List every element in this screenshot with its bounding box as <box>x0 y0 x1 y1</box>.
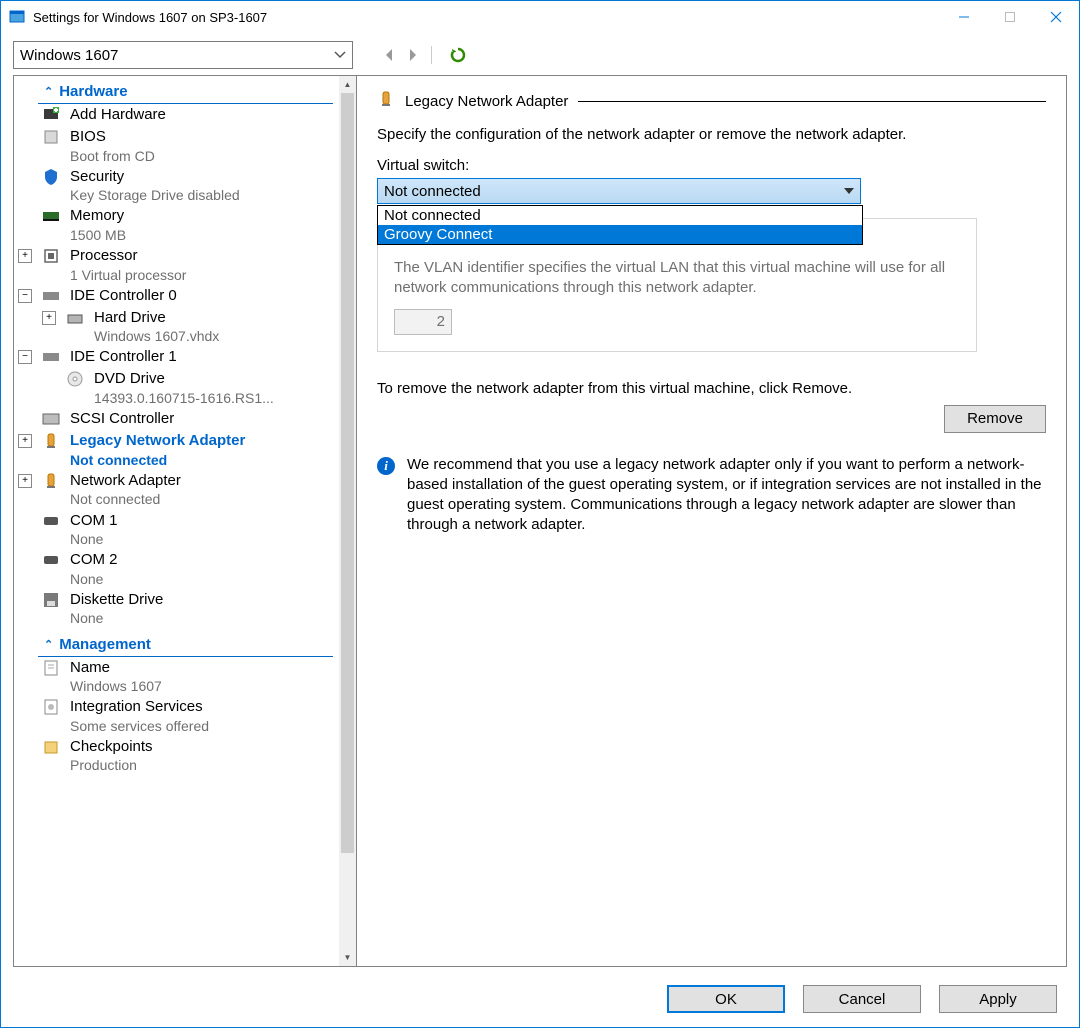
nav-back-button[interactable] <box>379 45 399 65</box>
tree-add-hardware[interactable]: Add Hardware <box>14 104 339 126</box>
ok-button[interactable]: OK <box>667 985 785 1013</box>
expand-icon[interactable]: + <box>18 474 32 488</box>
controller-icon <box>42 348 60 366</box>
minimize-button[interactable] <box>941 1 987 33</box>
scsi-icon <box>42 410 60 428</box>
maximize-button[interactable] <box>987 1 1033 33</box>
tree-bios[interactable]: BIOSBoot from CD <box>14 126 339 166</box>
remove-instruction: To remove the network adapter from this … <box>377 380 1046 397</box>
management-header-label: Management <box>59 636 151 653</box>
harddrive-icon <box>66 309 84 327</box>
expand-icon[interactable]: + <box>18 434 32 448</box>
expand-icon[interactable]: + <box>18 249 32 263</box>
tree-checkpoints[interactable]: CheckpointsProduction <box>14 736 339 776</box>
hardware-header-label: Hardware <box>59 83 127 100</box>
tree-ide0[interactable]: − IDE Controller 0 <box>14 285 339 307</box>
vlan-description: The VLAN identifier specifies the virtua… <box>394 258 960 299</box>
scrollbar[interactable]: ▲ ▼ <box>339 76 356 966</box>
services-icon <box>42 698 60 716</box>
controller-icon <box>42 287 60 305</box>
panel-description: Specify the configuration of the network… <box>377 126 1046 143</box>
network-adapter-icon <box>42 432 60 450</box>
info-icon: i <box>377 457 395 475</box>
tree-com2[interactable]: COM 2None <box>14 549 339 589</box>
window-title: Settings for Windows 1607 on SP3-1607 <box>33 10 941 25</box>
hardware-section-header[interactable]: ⌃ Hardware <box>38 80 333 104</box>
scroll-thumb[interactable] <box>341 93 354 853</box>
name-icon <box>42 659 60 677</box>
dropdown-option-not-connected[interactable]: Not connected <box>378 206 862 225</box>
serial-port-icon <box>42 551 60 569</box>
chevron-down-icon <box>844 188 854 194</box>
floppy-icon <box>42 591 60 609</box>
expand-icon[interactable]: + <box>42 311 56 325</box>
separator <box>431 46 432 64</box>
collapse-icon: ⌃ <box>44 85 53 98</box>
tree-processor[interactable]: + Processor1 Virtual processor <box>14 245 339 285</box>
tree-diskette[interactable]: Diskette DriveNone <box>14 589 339 629</box>
vlan-id-input[interactable]: 2 <box>394 309 452 335</box>
vm-selector[interactable]: Windows 1607 <box>13 41 353 69</box>
app-icon <box>9 9 25 25</box>
close-button[interactable] <box>1033 1 1079 33</box>
tree-hard-drive[interactable]: + Hard DriveWindows 1607.vhdx <box>14 307 339 347</box>
network-adapter-icon <box>42 472 60 490</box>
titlebar: Settings for Windows 1607 on SP3-1607 <box>1 1 1079 33</box>
collapse-icon[interactable]: − <box>18 350 32 364</box>
virtual-switch-dropdown: Not connected Groovy Connect <box>377 205 863 245</box>
tree-security[interactable]: SecurityKey Storage Drive disabled <box>14 166 339 206</box>
virtual-switch-combo[interactable]: Not connected Not connected Groovy Conne… <box>377 178 861 204</box>
tree-name[interactable]: NameWindows 1607 <box>14 657 339 697</box>
network-adapter-icon <box>377 90 395 112</box>
panel-title: Legacy Network Adapter <box>405 93 568 110</box>
memory-icon <box>42 207 60 225</box>
hardware-icon <box>42 106 60 124</box>
virtual-switch-label: Virtual switch: <box>377 157 1046 174</box>
disc-icon <box>66 370 84 388</box>
settings-tree: ⌃ Hardware Add Hardware BIOSBoot from CD… <box>13 75 357 967</box>
tree-memory[interactable]: Memory1500 MB <box>14 205 339 245</box>
settings-panel: Legacy Network Adapter Specify the confi… <box>357 75 1067 967</box>
collapse-icon: ⌃ <box>44 638 53 651</box>
chip-icon <box>42 128 60 146</box>
tree-scsi[interactable]: SCSI Controller <box>14 408 339 430</box>
apply-button[interactable]: Apply <box>939 985 1057 1013</box>
tree-legacy-network-adapter[interactable]: + Legacy Network AdapterNot connected <box>14 430 339 470</box>
dialog-footer: OK Cancel Apply <box>1 971 1079 1027</box>
tree-com1[interactable]: COM 1None <box>14 510 339 550</box>
scroll-up-icon[interactable]: ▲ <box>339 76 356 93</box>
tree-dvd-drive[interactable]: DVD Drive14393.0.160715-1616.RS1... <box>14 368 339 408</box>
toolbar: Windows 1607 <box>1 33 1079 75</box>
chevron-down-icon <box>334 49 346 61</box>
tree-ide1[interactable]: − IDE Controller 1 <box>14 346 339 368</box>
cancel-button[interactable]: Cancel <box>803 985 921 1013</box>
remove-button[interactable]: Remove <box>944 405 1046 433</box>
refresh-button[interactable] <box>448 45 468 65</box>
vm-selector-value: Windows 1607 <box>20 47 118 64</box>
tree-network-adapter[interactable]: + Network AdapterNot connected <box>14 470 339 510</box>
management-section-header[interactable]: ⌃ Management <box>38 633 333 657</box>
divider <box>578 101 1046 102</box>
collapse-icon[interactable]: − <box>18 289 32 303</box>
serial-port-icon <box>42 512 60 530</box>
dropdown-option-groovy-connect[interactable]: Groovy Connect <box>378 225 862 244</box>
tree-integration-services[interactable]: Integration ServicesSome services offere… <box>14 696 339 736</box>
info-text: We recommend that you use a legacy netwo… <box>407 455 1046 536</box>
scroll-down-icon[interactable]: ▼ <box>339 949 356 966</box>
shield-icon <box>42 168 60 186</box>
virtual-switch-value: Not connected <box>384 183 481 200</box>
nav-forward-button[interactable] <box>403 45 423 65</box>
checkpoint-icon <box>42 738 60 756</box>
cpu-icon <box>42 247 60 265</box>
